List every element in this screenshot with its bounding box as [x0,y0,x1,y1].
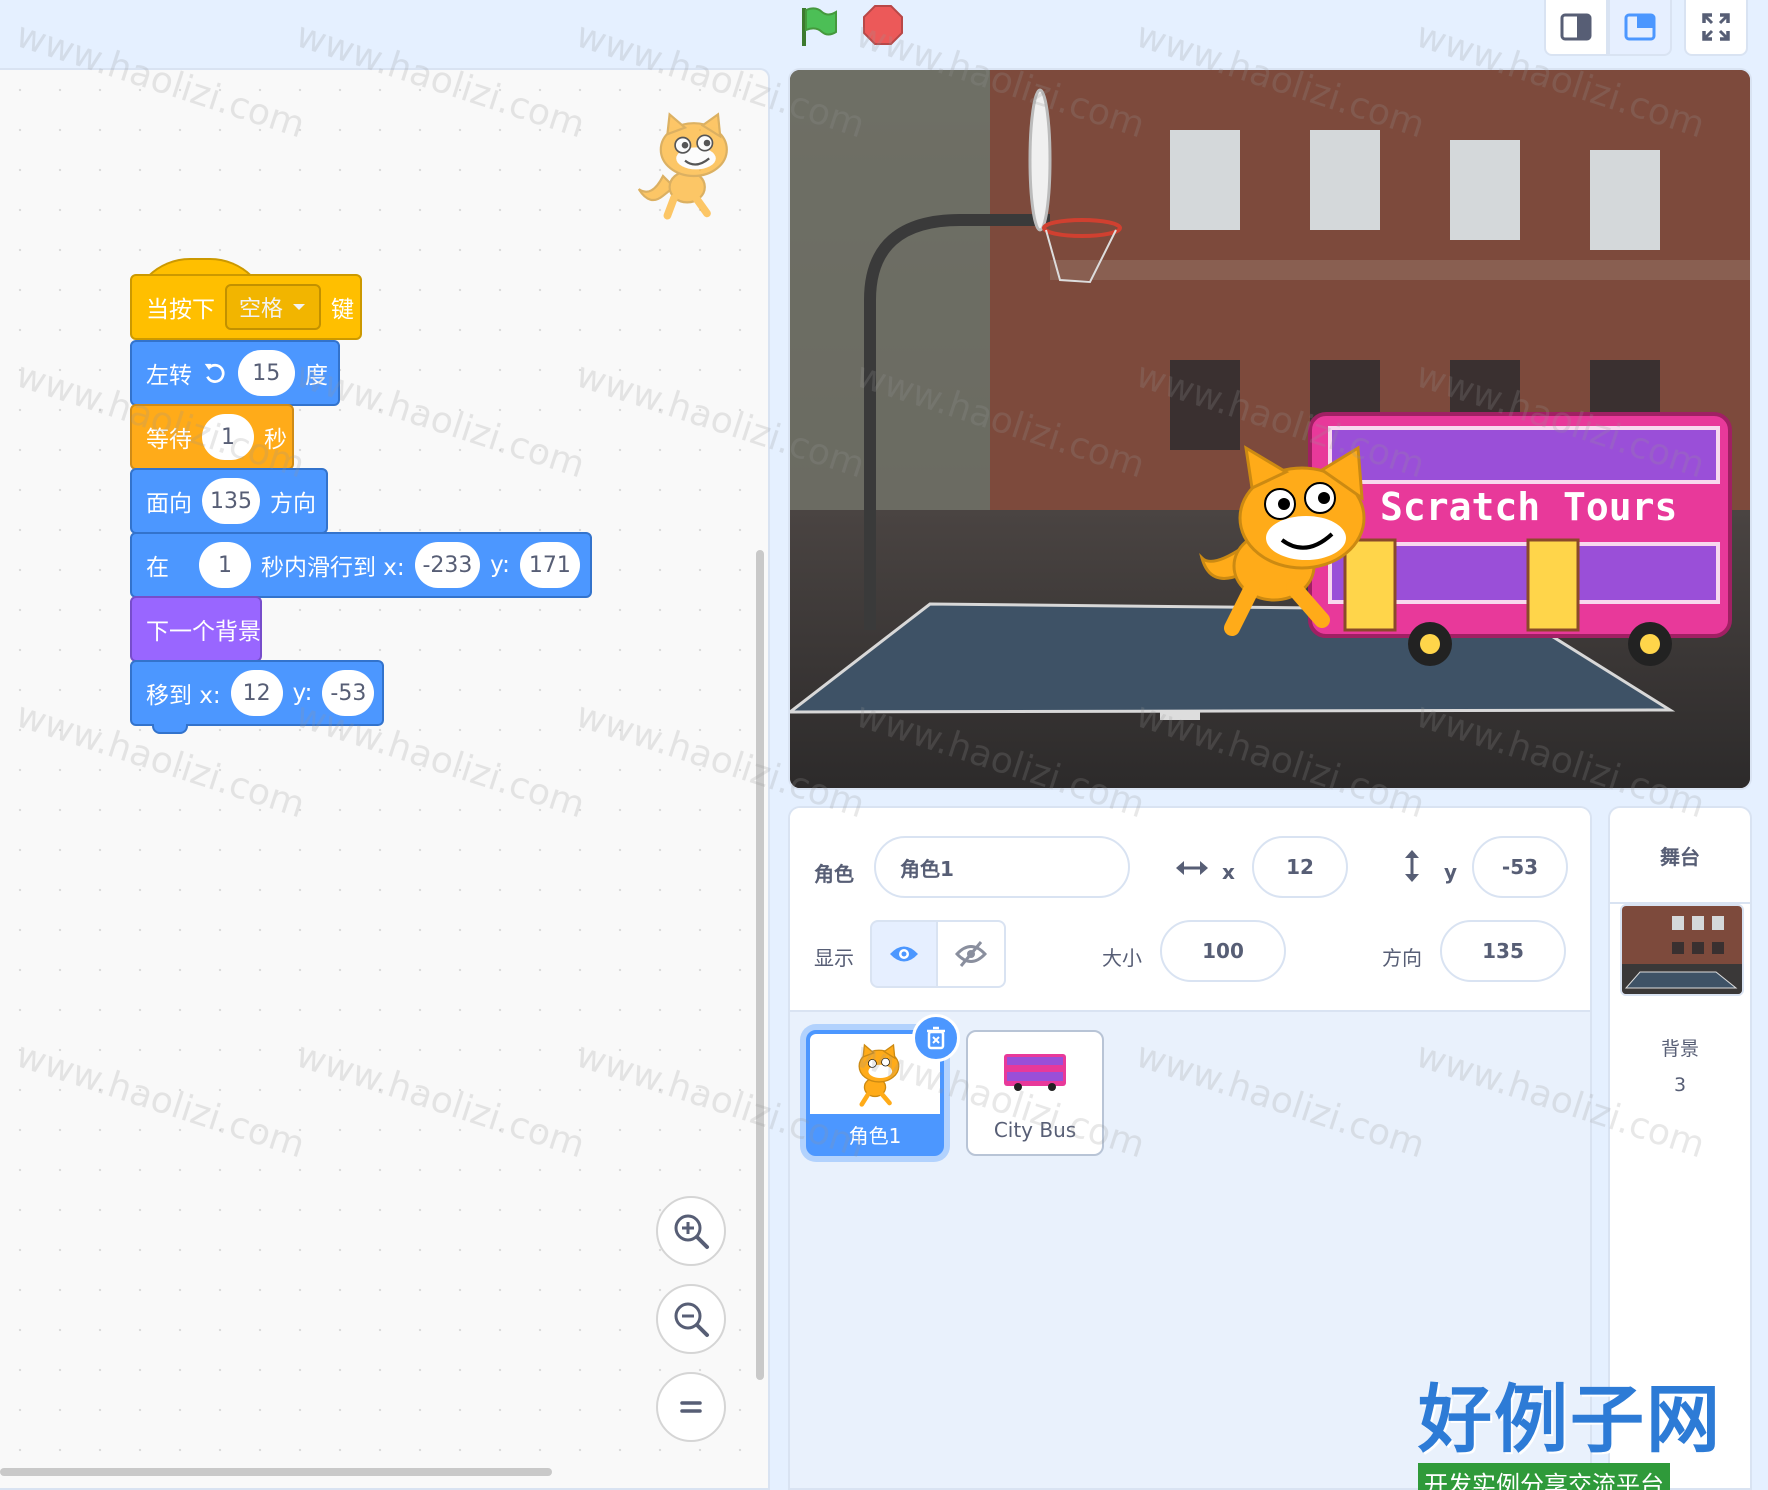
dropdown-arrow-icon [293,304,306,310]
sprite-properties: 角色 角色1 x 12 y -53 显示 大小 100 方向 135 [790,808,1590,1012]
sprite-tile-name: 角色1 [848,1124,902,1148]
zoom-out-icon [674,1302,709,1337]
fullscreen-icon [1702,13,1730,41]
block-label: 等待 [146,427,192,453]
seconds-input[interactable]: 1 [202,414,254,460]
y-label: y: [292,680,313,706]
equals-icon [680,1401,702,1413]
fullscreen-button[interactable] [1684,0,1748,56]
x-label: x [1222,860,1235,884]
vertical-arrows-icon [1405,850,1419,882]
eye-slash-icon [955,941,987,967]
y-position-field[interactable]: -53 [1472,836,1568,898]
block-label: 移到 x: [146,683,221,709]
eye-icon [890,946,918,962]
rotate-left-icon [204,363,225,383]
turn-left-block[interactable]: 左转 15 度 [130,340,340,406]
block-suffix: 度 [305,363,328,389]
direction-label: 方向 [1382,946,1422,970]
horizontal-arrows-icon [1176,861,1208,875]
block-label: 秒内滑行到 x: [261,555,405,581]
degrees-input[interactable]: 15 [237,350,295,396]
block-label: 面向 [146,491,192,517]
point-direction-block[interactable]: 面向 135 方向 [130,468,328,534]
backdrop-thumbnail[interactable] [1620,904,1744,996]
code-area[interactable]: 当按下 空格 键 左转 15 度 等待 1 秒 面向 135 方向 在 1 秒内… [0,68,770,1490]
block-prefix: 在 [146,555,169,581]
stop-icon[interactable] [862,4,904,46]
show-sprite-button[interactable] [870,920,938,988]
y-label: y: [490,552,510,578]
size-field[interactable]: 100 [1160,920,1286,982]
small-stage-button[interactable] [1544,0,1608,56]
x-position-field[interactable]: 12 [1252,836,1348,898]
sprite-name-field[interactable]: 角色1 [874,836,1130,898]
zoom-in-button[interactable] [656,1196,726,1266]
key-dropdown[interactable]: 空格 [225,284,322,330]
backdrop-preview [1622,906,1742,994]
next-backdrop-block[interactable]: 下一个背景 [130,596,262,662]
sprite-thumbnail [970,1032,1100,1112]
key-dropdown-value: 空格 [239,297,284,322]
backdrop-count: 3 [1673,1074,1687,1096]
large-stage-icon [1624,13,1656,41]
bus-sign-text: Scratch Tours [1380,485,1677,529]
glide-seconds-input[interactable]: 1 [199,542,251,588]
direction-input[interactable]: 135 [202,478,260,524]
sprite-tile-name: City Bus [993,1118,1077,1142]
glide-y-input[interactable]: 171 [519,542,580,588]
block-notch [152,724,188,734]
glide-block[interactable]: 在 1 秒内滑行到 x: -233 y: 171 [130,532,592,598]
small-stage-icon [1560,13,1592,41]
zoom-out-button[interactable] [656,1284,726,1354]
hide-sprite-button[interactable] [938,920,1006,988]
glide-x-input[interactable]: -233 [414,542,481,588]
logo-sub-text: 开发实例分享交流平台 [1418,1463,1670,1490]
block-suffix: 秒 [264,427,287,453]
stage-canvas[interactable]: Scratch Tours [788,68,1752,790]
y-label: y [1444,860,1458,884]
logo-main-text: 好例子网 [1418,1377,1722,1463]
top-toolbar [0,0,1768,68]
site-logo: 好例子网 开发实例分享交流平台 [1418,1360,1748,1490]
block-label: 当按下 [146,297,215,323]
stage-title: 舞台 [1610,808,1750,904]
trash-icon [927,1026,945,1050]
stage-scene: Scratch Tours [790,70,1750,788]
goto-y-input[interactable]: -53 [322,670,375,716]
direction-field[interactable]: 135 [1440,920,1566,982]
wait-block[interactable]: 等待 1 秒 [130,404,294,470]
block-label: 下一个背景 [146,619,261,645]
code-grid [0,70,768,1488]
green-flag-icon[interactable] [796,4,840,48]
delete-sprite-button[interactable] [912,1014,960,1062]
go-to-xy-block[interactable]: 移到 x: 12 y: -53 [130,660,384,726]
zoom-in-icon [674,1214,709,1249]
block-suffix: 方向 [270,491,316,517]
size-label: 大小 [1102,946,1142,970]
cat-thumbnail-icon [858,1043,900,1107]
vertical-scrollbar[interactable] [756,550,764,1380]
large-stage-button[interactable] [1608,0,1672,56]
horizontal-scrollbar[interactable] [0,1468,552,1476]
block-suffix: 键 [331,297,355,323]
show-label: 显示 [814,946,854,970]
sprite-cat-icon [637,112,728,220]
zoom-reset-button[interactable] [656,1372,726,1442]
bus-thumbnail-icon [1004,1054,1066,1091]
city-bus-sprite: Scratch Tours [1308,412,1732,666]
sprite-label: 角色 [814,862,854,886]
block-label: 左转 [146,363,192,389]
backdrop-label: 背景 [1660,1038,1699,1060]
when-key-pressed-block[interactable]: 当按下 空格 键 [130,274,362,340]
sprite-tile-city-bus[interactable]: City Bus [966,1030,1104,1156]
goto-x-input[interactable]: 12 [230,670,283,716]
